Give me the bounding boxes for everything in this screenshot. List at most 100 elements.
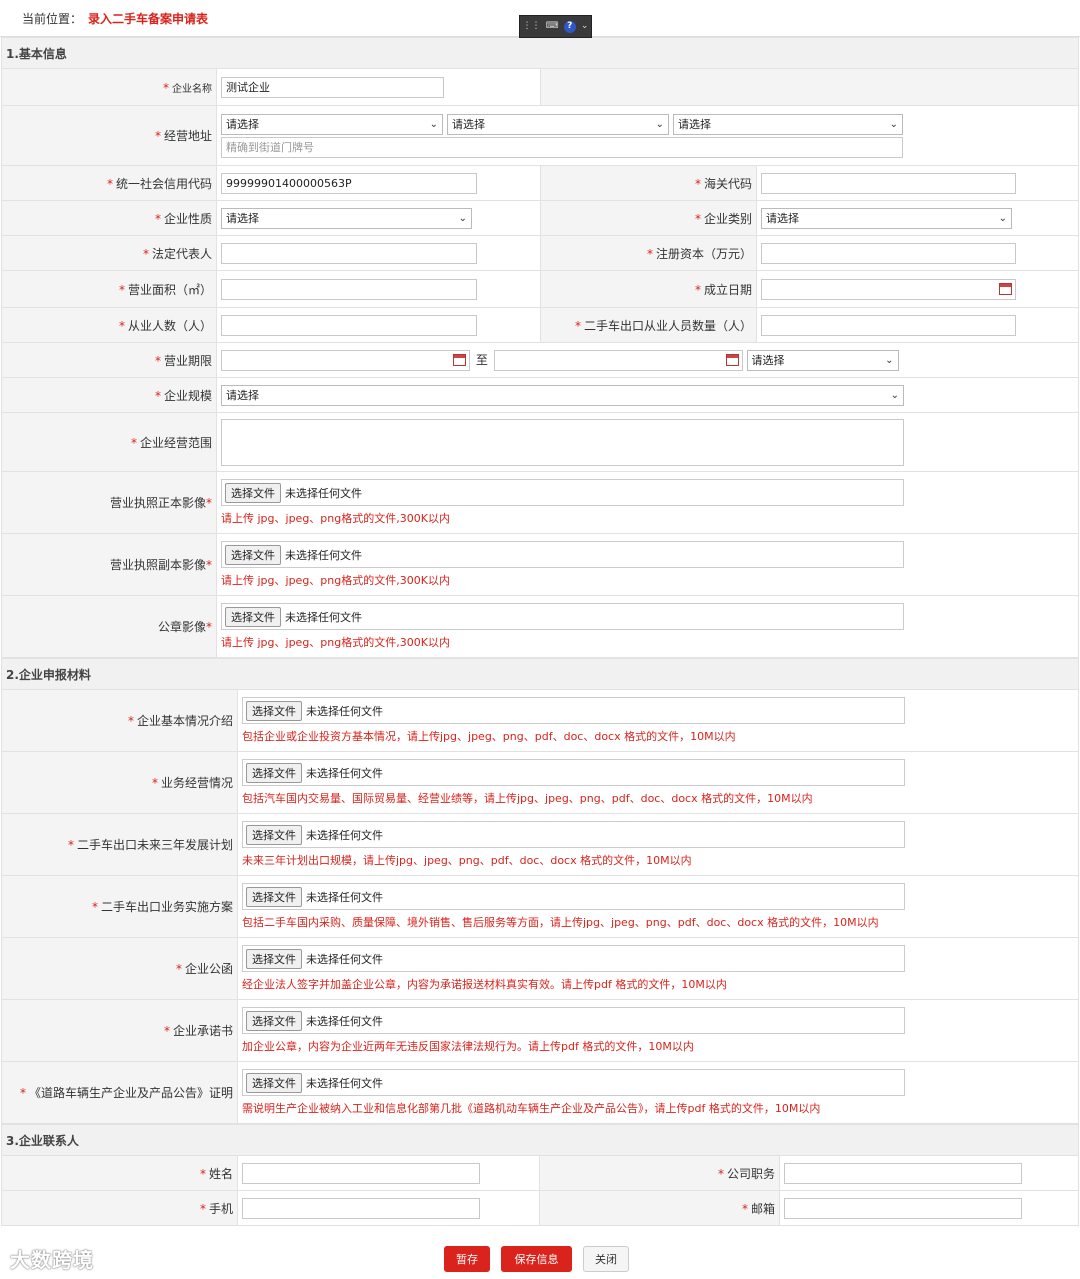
category-select[interactable]: 请选择 ⌄ — [761, 207, 1012, 229]
material-file-input[interactable]: 选择文件 未选择任何文件 — [242, 1069, 905, 1096]
contact-phone-input[interactable] — [242, 1197, 480, 1219]
license-main-file[interactable]: 选择文件 未选择任何文件 — [221, 479, 904, 506]
chevron-down-icon: ⌄ — [889, 118, 898, 130]
term-select[interactable]: 请选择 ⌄ — [746, 349, 899, 371]
file-status: 未选择任何文件 — [306, 766, 383, 780]
legal-rep-input[interactable] — [221, 242, 477, 264]
top-bar: 当前位置： 录入二手车备案申请表 ⋮⋮ ⌨ ? ⌄ — [0, 0, 1080, 38]
choose-file-button[interactable]: 选择文件 — [246, 1010, 302, 1031]
choose-file-button[interactable]: 选择文件 — [225, 482, 281, 503]
section-basic-info: 1.基本信息 — [0, 37, 1080, 69]
file-status: 未选择任何文件 — [285, 610, 362, 624]
choose-file-button[interactable]: 选择文件 — [246, 1072, 302, 1093]
category-label: * 企业类别 — [540, 200, 757, 236]
material-hint: 包括企业或企业投资方基本情况，请上传jpg、jpeg、png、pdf、doc、d… — [242, 730, 736, 743]
file-status: 未选择任何文件 — [306, 1076, 383, 1090]
contact-name-label: * 姓名 — [1, 1155, 238, 1191]
capital-label: * 注册资本（万元） — [540, 235, 757, 271]
keyboard-icon[interactable]: ⌨ — [546, 22, 559, 31]
contact-position-input[interactable] — [784, 1162, 1022, 1184]
district-select[interactable]: 请选择 ⌄ — [673, 113, 903, 135]
term-start-input[interactable] — [221, 349, 470, 371]
save-button[interactable]: 保存信息 — [501, 1246, 572, 1272]
material-file-input[interactable]: 选择文件 未选择任何文件 — [242, 883, 905, 910]
staff-label: * 从业人数（人） — [1, 307, 217, 343]
chevron-down-icon: ⌄ — [998, 212, 1007, 224]
close-button[interactable]: 关闭 — [583, 1246, 629, 1272]
application-form: 1.基本信息 * 企业名称 测试企业 * 经营地址 请选择 ⌄ 请选择 ⌄ 请选择 ⌄ 精… — [0, 37, 1080, 658]
material-hint: 加企业公章，内容为企业近两年无违反国家法律法规行为。请上传pdf 格式的文件，1… — [242, 1040, 694, 1053]
material-file-input[interactable]: 选择文件 未选择任何文件 — [242, 697, 905, 724]
seal-file[interactable]: 选择文件 未选择任何文件 — [221, 603, 904, 630]
material-label: * 二手车出口业务实施方案 — [1, 875, 238, 938]
material-hint: 需说明生产企业被纳入工业和信息化部第几批《道路机动车辆生产企业及产品公告》，请上… — [242, 1102, 821, 1115]
chevron-down-icon[interactable]: ⌄ — [581, 22, 589, 31]
city-select[interactable]: 请选择 ⌄ — [447, 113, 669, 135]
file-status: 未选择任何文件 — [285, 548, 362, 562]
choose-file-button[interactable]: 选择文件 — [246, 762, 302, 783]
legal-rep-label: * 法定代表人 — [1, 235, 217, 271]
license-copy-label: 营业执照副本影像* — [1, 533, 217, 596]
file-status: 未选择任何文件 — [306, 828, 383, 842]
customs-code-label: * 海关代码 — [540, 165, 757, 201]
material-file-input[interactable]: 选择文件 未选择任何文件 — [242, 821, 905, 848]
contact-email-input[interactable] — [784, 1197, 1022, 1219]
material-file-input[interactable]: 选择文件 未选择任何文件 — [242, 945, 905, 972]
watermark-text: 大数跨境 — [10, 1248, 94, 1272]
scale-select[interactable]: 请选择 ⌄ — [221, 384, 904, 406]
calendar-icon[interactable] — [453, 353, 466, 366]
calendar-icon[interactable] — [999, 282, 1012, 295]
help-icon[interactable]: ? — [563, 20, 576, 33]
material-label: * 《道路车辆生产企业及产品公告》证明 — [1, 1061, 238, 1124]
section-contact: 3.企业联系人 — [0, 1124, 1080, 1156]
license-copy-file[interactable]: 选择文件 未选择任何文件 — [221, 541, 904, 568]
area-label: * 营业面积（㎡） — [1, 270, 217, 308]
breadcrumb-label: 当前位置： — [22, 12, 83, 26]
nature-select[interactable]: 请选择 ⌄ — [221, 207, 472, 229]
choose-file-button[interactable]: 选择文件 — [246, 700, 302, 721]
breadcrumb-current: 录入二手车备案申请表 — [88, 12, 209, 26]
choose-file-button[interactable]: 选择文件 — [225, 606, 281, 627]
customs-code-input[interactable] — [761, 172, 1016, 194]
capital-input[interactable] — [761, 242, 1016, 264]
province-select[interactable]: 请选择 ⌄ — [221, 113, 443, 135]
materials-table: 2.企业申报材料 * 企业基本情况介绍 选择文件 未选择任何文件 包括企业或企业投资方… — [0, 658, 1080, 1124]
term-end-input[interactable] — [493, 349, 743, 371]
upload-hint: 请上传 jpg、jpeg、png格式的文件,300K以内 — [221, 574, 450, 587]
material-file-input[interactable]: 选择文件 未选择任何文件 — [242, 759, 905, 786]
founded-date-input[interactable] — [761, 278, 1016, 300]
grip-icon[interactable]: ⋮⋮ — [523, 22, 541, 31]
draft-button[interactable]: 暂存 — [444, 1246, 490, 1272]
scope-textarea[interactable] — [221, 418, 904, 466]
material-hint: 未来三年计划出口规模，请上传jpg、jpeg、png、pdf、doc、docx … — [242, 854, 692, 867]
section-materials: 2.企业申报材料 — [0, 658, 1080, 690]
file-status: 未选择任何文件 — [306, 1014, 383, 1028]
area-input[interactable] — [221, 278, 477, 300]
credit-code-label: * 统一社会信用代码 — [1, 165, 217, 201]
watermark-logo: 大数跨境 — [10, 1244, 94, 1273]
founded-label: * 成立日期 — [540, 270, 757, 308]
upload-hint: 请上传 jpg、jpeg、png格式的文件,300K以内 — [221, 512, 450, 525]
scope-label: * 企业经营范围 — [1, 412, 217, 472]
company-name-input[interactable]: 测试企业 — [221, 76, 444, 98]
contact-position-label: * 公司职务 — [539, 1155, 780, 1191]
staff-input[interactable] — [221, 314, 477, 336]
action-bar: 暂存 保存信息 关闭 — [0, 1246, 1080, 1274]
contact-name-input[interactable] — [242, 1162, 480, 1184]
credit-code-input[interactable]: 99999901400000563P — [221, 172, 477, 194]
upload-hint: 请上传 jpg、jpeg、png格式的文件,300K以内 — [221, 636, 450, 649]
choose-file-button[interactable]: 选择文件 — [246, 824, 302, 845]
choose-file-button[interactable]: 选择文件 — [225, 544, 281, 565]
material-label: * 企业公函 — [1, 937, 238, 1000]
calendar-icon[interactable] — [725, 353, 739, 366]
choose-file-button[interactable]: 选择文件 — [246, 886, 302, 907]
choose-file-button[interactable]: 选择文件 — [246, 948, 302, 969]
address-detail-input[interactable]: 精确到街道门牌号 — [221, 136, 903, 158]
material-label: * 二手车出口未来三年发展计划 — [1, 813, 238, 876]
export-staff-input[interactable] — [761, 314, 1016, 336]
file-status: 未选择任何文件 — [306, 890, 383, 904]
input-toolbar-widget[interactable]: ⋮⋮ ⌨ ? ⌄ — [519, 15, 592, 38]
scale-label: * 企业规模 — [1, 377, 217, 413]
material-file-input[interactable]: 选择文件 未选择任何文件 — [242, 1007, 905, 1034]
term-label: * 营业期限 — [1, 342, 217, 378]
